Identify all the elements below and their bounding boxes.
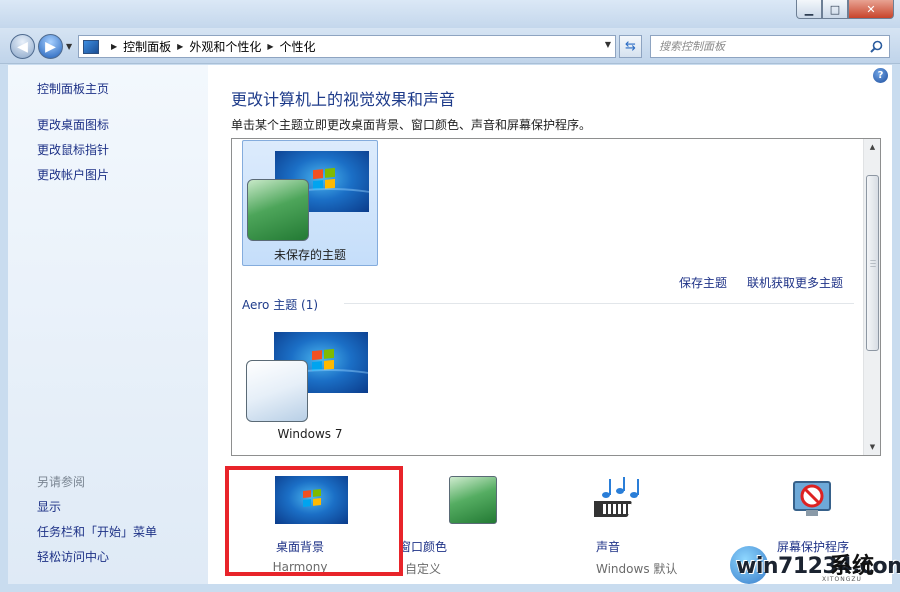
breadcrumb-control-panel[interactable]: 控制面板 [123,38,171,55]
minimize-button[interactable]: ▁ [796,0,822,19]
sounds-setting[interactable]: 声音 Windows 默认 [561,472,711,576]
theme-list-scrollbar[interactable]: ▲ — — — ▼ [863,139,880,455]
scroll-up-icon[interactable]: ▲ [864,139,880,155]
breadcrumb-separator-icon[interactable]: ▶ [267,42,273,51]
window-controls: ▁ □ ✕ [796,0,894,19]
navigation-bar: ◀ ▶ ▼ ▶ 控制面板 ▶ 外观和个性化 ▶ 个性化 ▼ ⇆ [0,28,900,64]
sounds-title[interactable]: 声音 [561,538,711,555]
forward-button[interactable]: ▶ [38,34,63,59]
search-input[interactable] [659,40,859,53]
watermark-small: XITONGZU [822,576,862,583]
title-bar: ▁ □ ✕ [0,0,900,28]
windows-logo-icon [313,167,335,191]
theme-list[interactable]: 未保存的主题 保存主题 联机获取更多主题 Aero 主题 (1) Windows… [231,138,881,456]
sound-notes-icon [594,477,639,517]
breadcrumb-separator-icon[interactable]: ▶ [177,42,183,51]
page-title: 更改计算机上的视觉效果和声音 [231,90,456,109]
grip-icon: — — — [870,257,876,270]
watermark-url: win71234.com [736,554,900,579]
sidebar: 控制面板主页 更改桌面图标 更改鼠标指针 更改帐户图片 另请参阅 显示 任务栏和… [8,65,208,584]
close-button[interactable]: ✕ [848,0,894,19]
back-arrow-icon: ◀ [17,38,28,55]
breadcrumb-personalization[interactable]: 个性化 [280,38,316,55]
back-button[interactable]: ◀ [10,34,35,59]
page-subtitle: 单击某个主题立即更改桌面背景、窗口颜色、声音和屏幕保护程序。 [231,118,592,132]
theme-label: 未保存的主题 [273,248,346,262]
refresh-icon: ⇆ [625,39,636,54]
sidebar-link-ease-of-access[interactable]: 轻松访问中心 [37,548,109,565]
sidebar-link-mouse-pointers[interactable]: 更改鼠标指针 [37,141,109,158]
get-more-themes-link[interactable]: 联机获取更多主题 [747,274,843,291]
address-dropdown-icon[interactable]: ▼ [605,40,611,49]
screensaver-icon [793,481,831,516]
theme-color-swatch [247,179,309,241]
theme-windows-7[interactable]: Windows 7 [242,322,378,448]
forward-arrow-icon: ▶ [45,38,56,55]
sidebar-link-account-picture[interactable]: 更改帐户图片 [37,166,109,183]
control-panel-icon [83,39,99,54]
search-box[interactable] [650,35,890,58]
sidebar-link-display[interactable]: 显示 [37,498,61,515]
window-color-swatch [449,476,497,524]
refresh-button[interactable]: ⇆ [619,35,642,58]
highlight-box [225,466,403,576]
aero-themes-heading: Aero 主题 (1) [242,298,319,312]
scroll-thumb[interactable]: — — — [866,175,879,351]
group-divider [344,303,854,304]
recent-pages-dropdown-icon[interactable]: ▼ [66,42,72,51]
site-watermark: win71234.com 系统 XITONGZU [730,542,900,586]
breadcrumb-appearance[interactable]: 外观和个性化 [189,38,261,55]
see-also-heading: 另请参阅 [37,475,86,489]
windows-logo-icon [312,348,334,372]
sounds-value: Windows 默认 [596,562,678,576]
search-icon[interactable] [870,40,883,53]
help-icon[interactable]: ? [873,68,888,83]
save-theme-link[interactable]: 保存主题 [679,274,727,291]
sidebar-link-control-panel-home[interactable]: 控制面板主页 [37,80,109,97]
theme-unsaved[interactable]: 未保存的主题 [242,140,378,266]
breadcrumb-separator-icon[interactable]: ▶ [111,42,117,51]
scroll-down-icon[interactable]: ▼ [864,439,880,455]
theme-label: Windows 7 [277,427,343,441]
sidebar-link-taskbar-start[interactable]: 任务栏和「开始」菜单 [37,523,157,540]
theme-color-swatch [246,360,308,422]
address-bar[interactable]: ▶ 控制面板 ▶ 外观和个性化 ▶ 个性化 ▼ [78,35,616,58]
maximize-button[interactable]: □ [822,0,848,19]
window-color-setting[interactable]: 窗口颜色 自定义 [399,472,549,576]
sidebar-link-desktop-icons[interactable]: 更改桌面图标 [37,116,109,133]
